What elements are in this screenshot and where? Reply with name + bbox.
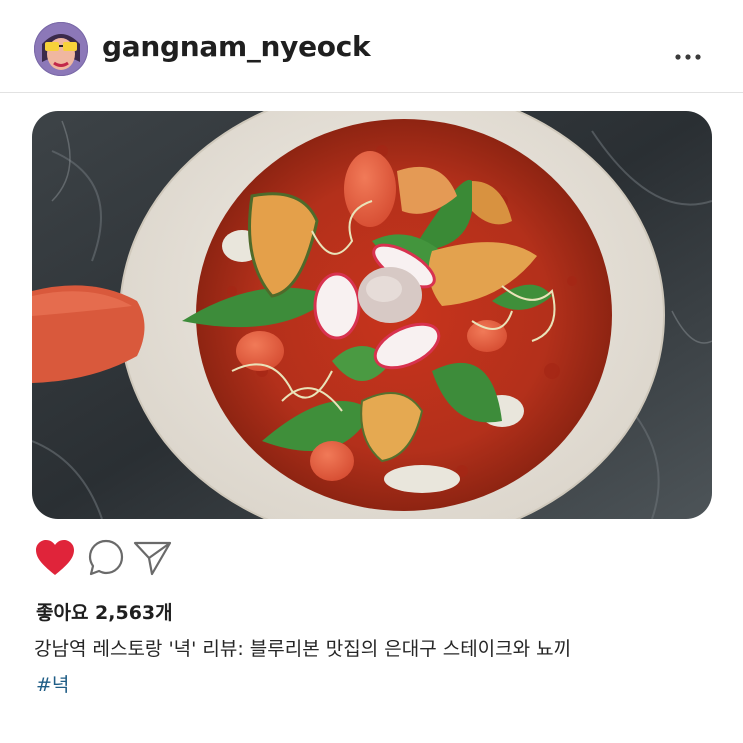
username[interactable]: gangnam_nyeock	[102, 30, 371, 63]
likes-count[interactable]: 좋아요 2,563개	[36, 598, 173, 625]
more-options-icon[interactable]	[670, 36, 710, 60]
hashtag-link[interactable]: #녁	[36, 670, 69, 697]
heart-icon[interactable]	[34, 538, 76, 578]
profile-avatar[interactable]	[34, 22, 88, 76]
post-header: gangnam_nyeock	[0, 0, 743, 93]
post-caption: 강남역 레스토랑 '녁' 리뷰: 블루리본 맛집의 은대구 스테이크와 뇨끼	[34, 638, 572, 660]
share-icon[interactable]	[132, 538, 174, 578]
post-actions	[34, 538, 194, 578]
comment-icon[interactable]	[86, 538, 128, 578]
post-photo[interactable]	[32, 111, 712, 519]
